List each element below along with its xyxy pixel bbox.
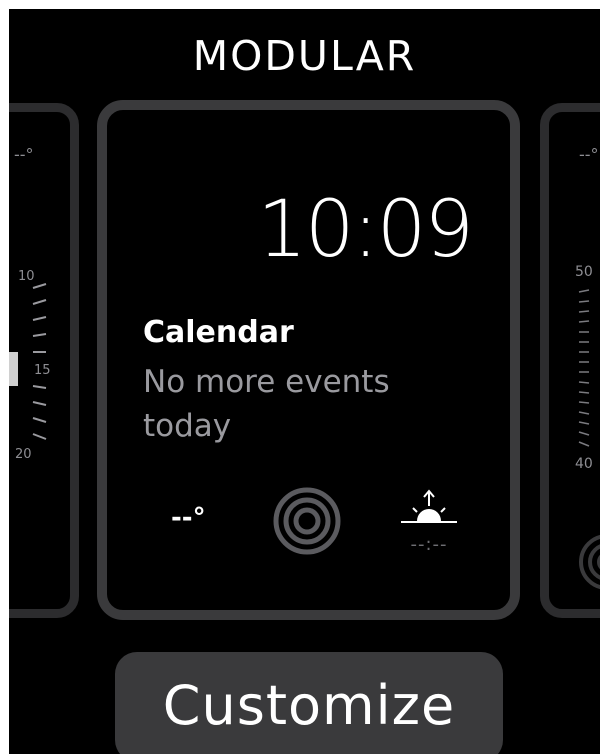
left-tick-label: 10 bbox=[18, 269, 35, 284]
right-top-value: --° bbox=[579, 145, 599, 164]
left-tick-label: 20 bbox=[15, 447, 32, 462]
watch-screen: MODULAR --° 10 15 20 10:09 Calendar No m… bbox=[9, 9, 600, 754]
left-top-value: --° bbox=[14, 145, 34, 164]
calendar-title: Calendar bbox=[143, 315, 294, 350]
utility-dial-icon: --° 50 40 bbox=[575, 145, 600, 590]
customize-button[interactable]: Customize bbox=[115, 652, 503, 754]
sunrise-time: --:-- bbox=[410, 534, 448, 555]
right-tick-label: 40 bbox=[575, 456, 593, 472]
chronograph-dial-icon: --° 10 15 20 bbox=[9, 145, 51, 462]
face-card-right[interactable]: --° 50 40 bbox=[540, 103, 600, 618]
face-title: MODULAR bbox=[192, 32, 417, 80]
activity-rings-icon bbox=[273, 487, 341, 555]
left-tick-label: 15 bbox=[34, 363, 51, 378]
weather-complication: --° bbox=[171, 503, 206, 533]
right-tick-label: 50 bbox=[575, 264, 593, 280]
face-card-left[interactable]: --° 10 15 20 bbox=[9, 103, 79, 618]
face-card-modular[interactable]: 10:09 Calendar No more events today --° … bbox=[97, 100, 520, 620]
calendar-message: No more events today bbox=[143, 364, 390, 444]
sunrise-icon bbox=[401, 489, 457, 523]
time-display: 10:09 bbox=[257, 185, 474, 275]
